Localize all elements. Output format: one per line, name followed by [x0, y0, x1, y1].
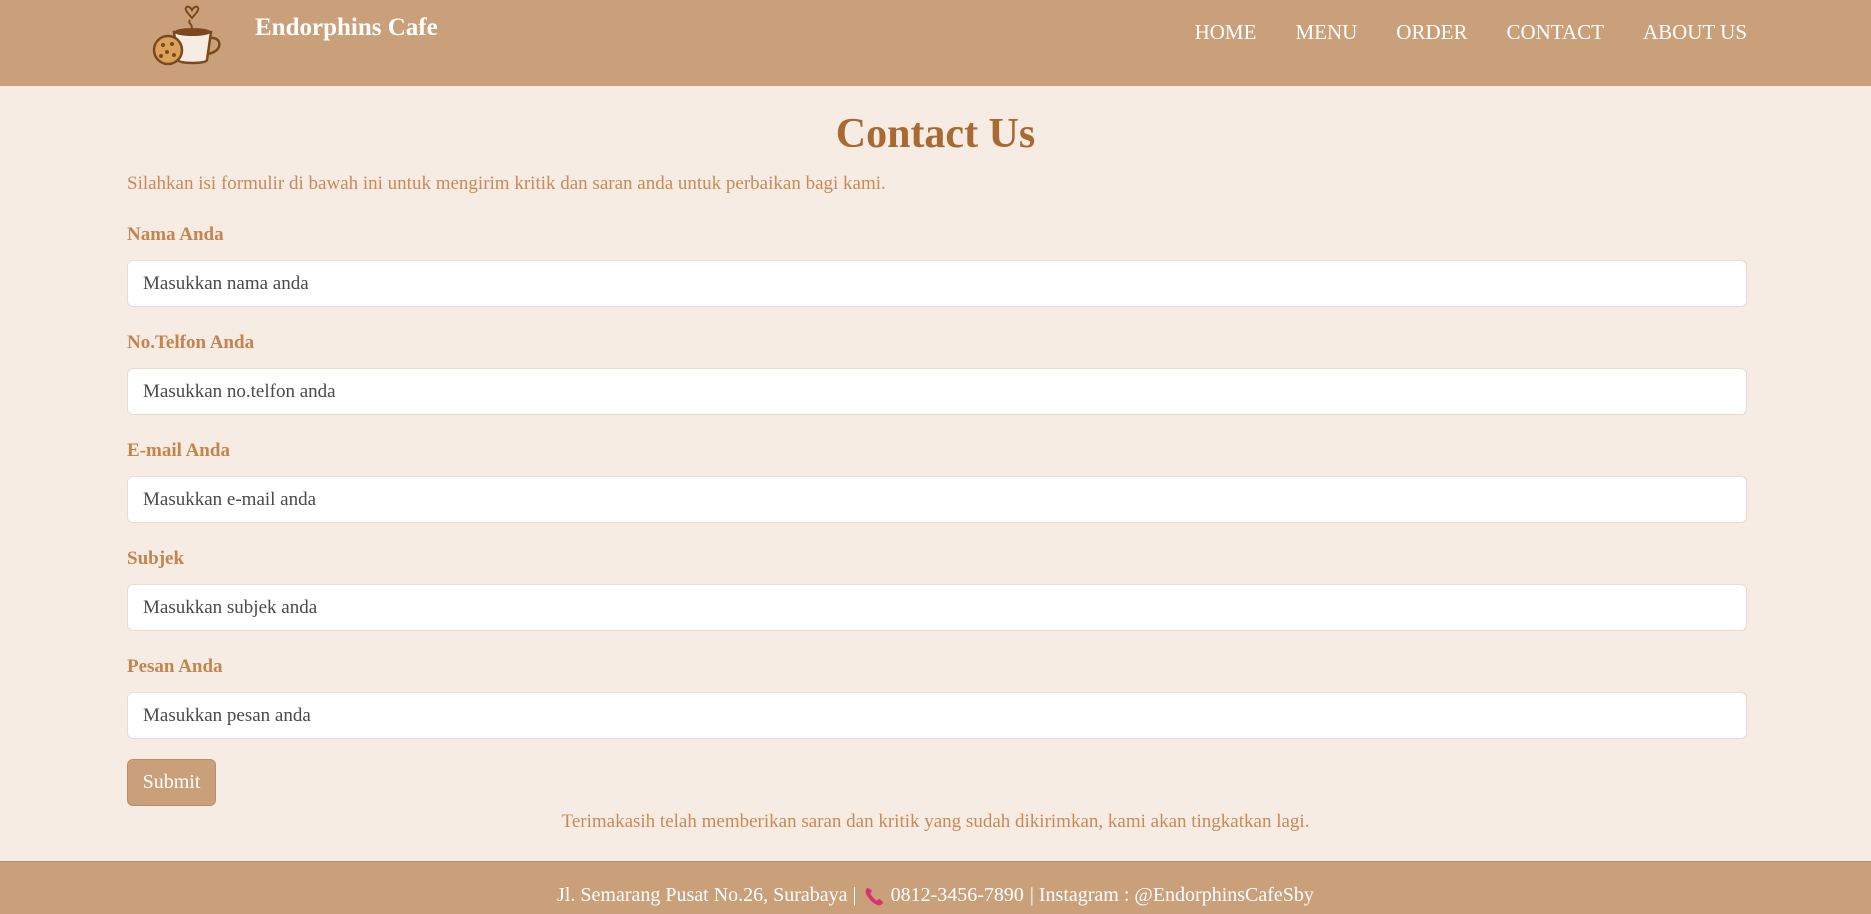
phone-input[interactable]	[127, 368, 1747, 415]
name-label: Nama Anda	[127, 224, 224, 245]
footer-address: Jl. Semarang Pusat No.26, Surabaya |	[557, 884, 857, 906]
submit-button[interactable]: Submit	[127, 759, 216, 806]
nav-menu[interactable]: MENU	[1295, 20, 1357, 45]
email-input[interactable]	[127, 476, 1747, 523]
subject-input[interactable]	[127, 584, 1747, 631]
coffee-cup-cookie-icon[interactable]	[146, 0, 232, 70]
intro-text: Silahkan isi formulir di bawah ini untuk…	[127, 173, 886, 194]
site-footer: Jl. Semarang Pusat No.26, Surabaya | 081…	[0, 861, 1871, 914]
phone-label: No.Telfon Anda	[127, 332, 255, 353]
nav-about-us[interactable]: ABOUT US	[1643, 20, 1747, 45]
nav-home[interactable]: HOME	[1195, 20, 1257, 45]
page-title: Contact Us	[835, 111, 1036, 157]
nav-contact[interactable]: CONTACT	[1506, 20, 1603, 45]
main-nav: HOME MENU ORDER CONTACT ABOUT US	[1156, 20, 1747, 45]
telephone-icon	[865, 887, 883, 905]
message-label: Pesan Anda	[127, 656, 223, 677]
email-label: E-mail Anda	[127, 440, 230, 461]
name-input[interactable]	[127, 260, 1747, 307]
brand-name[interactable]: Endorphins Cafe	[255, 14, 438, 42]
message-input[interactable]	[127, 692, 1747, 739]
site-header: Endorphins Cafe HOME MENU ORDER CONTACT …	[0, 0, 1871, 86]
footer-instagram: | Instagram : @EndorphinsCafeSby	[1029, 884, 1314, 906]
thank-you-message: Terimakasih telah memberikan saran dan k…	[561, 811, 1310, 832]
subject-label: Subjek	[127, 548, 185, 569]
footer-contact-info: Jl. Semarang Pusat No.26, Surabaya | 081…	[0, 884, 1871, 907]
footer-phone: 0812-3456-7890	[890, 884, 1024, 906]
nav-order[interactable]: ORDER	[1396, 20, 1467, 45]
